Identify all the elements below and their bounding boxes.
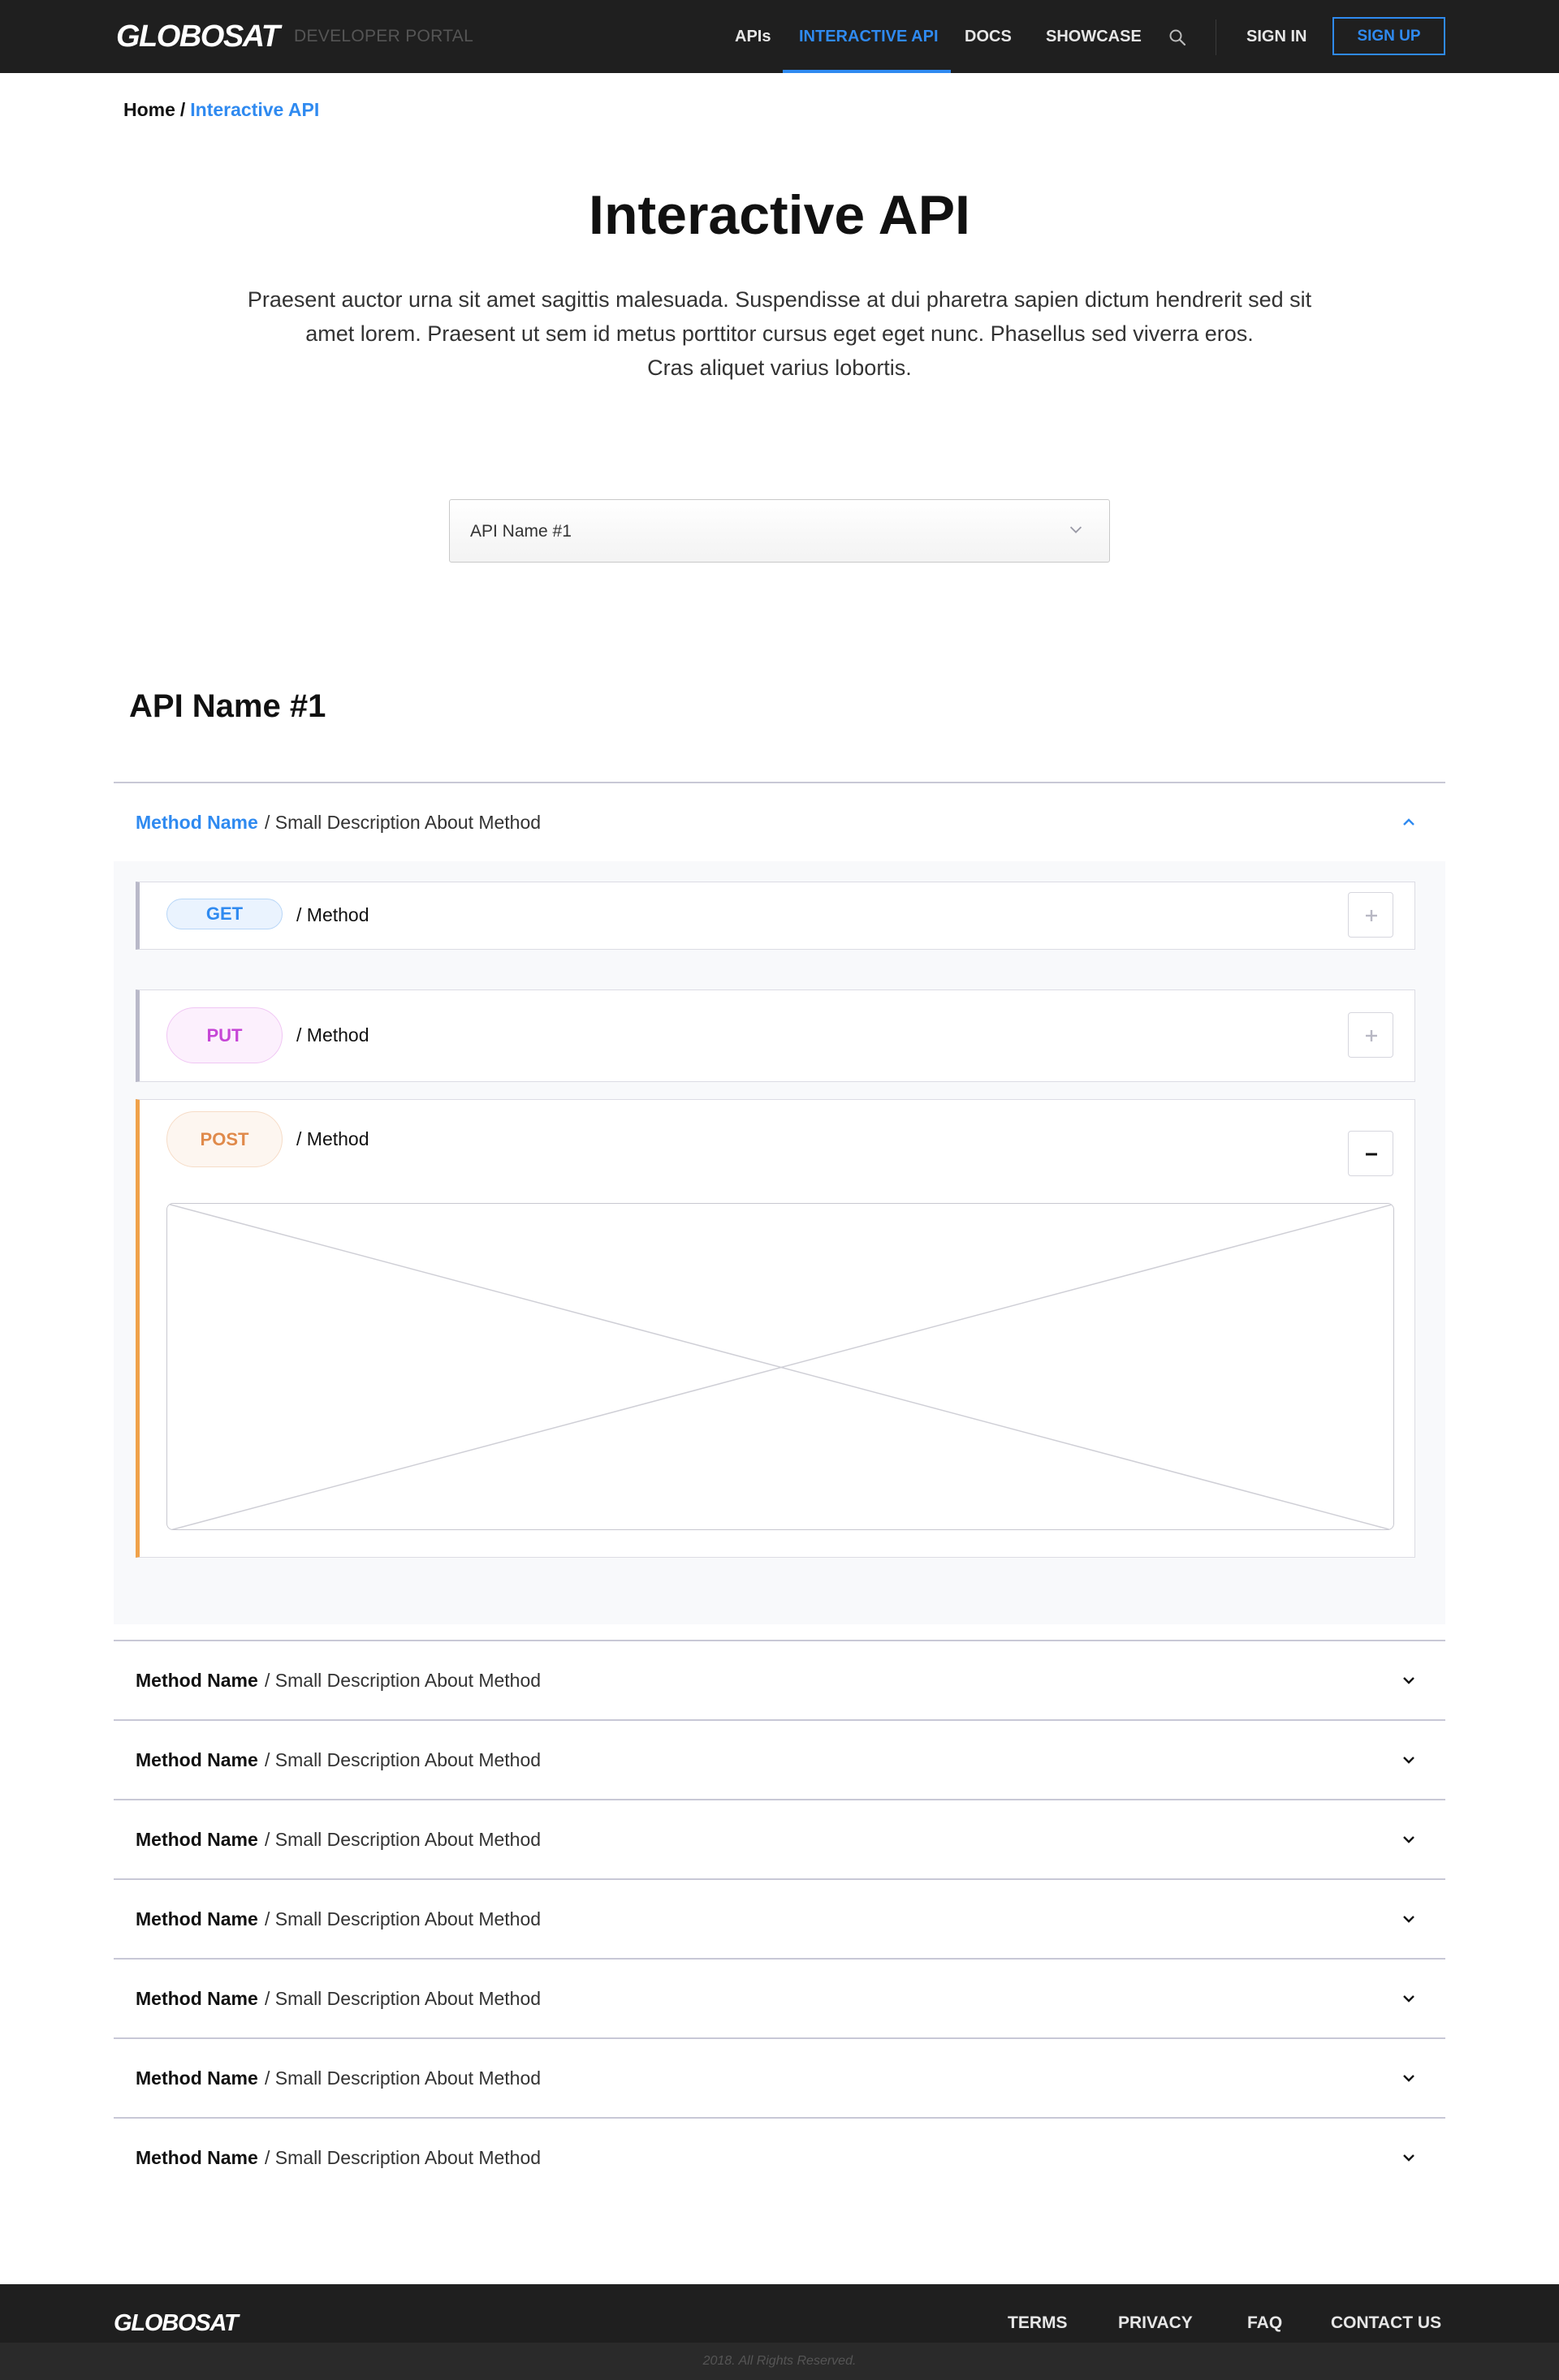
method-row[interactable]: Method Name / Small Description About Me…: [114, 1721, 1445, 1798]
minus-icon: [1366, 1153, 1377, 1156]
chevron-down-icon[interactable]: [1399, 1750, 1419, 1770]
endpoint-card-put: PUT / Method: [136, 990, 1415, 1082]
method-description: / Small Description About Method: [265, 1988, 542, 2009]
nav-showcase[interactable]: SHOWCASE: [1046, 28, 1142, 46]
plus-icon: [1366, 910, 1377, 921]
chevron-up-icon[interactable]: [1399, 813, 1419, 832]
post-badge[interactable]: POST: [166, 1111, 283, 1167]
method-description: / Small Description About Method: [265, 1670, 542, 1691]
breadcrumb-home[interactable]: Home: [123, 99, 175, 120]
put-badge[interactable]: PUT: [166, 1007, 283, 1063]
method-name: Method Name: [136, 2067, 258, 2089]
method-name: Method Name: [136, 2147, 258, 2168]
breadcrumb: Home / Interactive API: [123, 99, 319, 121]
method-row[interactable]: Method Name / Small Description About Me…: [114, 1960, 1445, 2037]
developer-portal-label: DEVELOPER PORTAL: [294, 27, 474, 45]
method-description: / Small Description About Method: [265, 812, 542, 833]
nav-docs[interactable]: DOCS: [965, 28, 1012, 46]
nav-interactive-api[interactable]: INTERACTIVE API: [799, 28, 939, 46]
expand-endpoint-button[interactable]: [1348, 1012, 1393, 1058]
chevron-down-icon[interactable]: [1399, 1909, 1419, 1929]
get-badge[interactable]: GET: [166, 899, 283, 929]
nav-active-indicator: [783, 70, 951, 73]
chevron-down-icon[interactable]: [1399, 2068, 1419, 2088]
endpoint-path: / Method: [296, 904, 369, 925]
method-description: / Small Description About Method: [265, 2147, 542, 2168]
collapse-endpoint-button[interactable]: [1348, 1131, 1393, 1176]
search-icon[interactable]: [1168, 28, 1187, 47]
nav-apis[interactable]: APIs: [735, 28, 771, 46]
method-name: Method Name: [136, 1749, 258, 1770]
method-name: Method Name: [136, 1908, 258, 1929]
chevron-down-icon[interactable]: [1399, 1989, 1419, 2008]
footer: GLOBOSAT TERMS PRIVACY FAQ CONTACT US 20…: [0, 2284, 1559, 2380]
method-description: / Small Description About Method: [265, 1749, 542, 1770]
placeholder-cross-icon: [167, 1204, 1393, 1529]
breadcrumb-separator: /: [179, 99, 186, 120]
chevron-down-icon[interactable]: [1399, 1671, 1419, 1690]
endpoint-path: / Method: [296, 1128, 369, 1149]
api-select-value: API Name #1: [470, 522, 572, 541]
api-select-dropdown[interactable]: API Name #1: [449, 499, 1110, 563]
method-name: Method Name: [136, 812, 258, 833]
method-description: / Small Description About Method: [265, 1829, 542, 1850]
intro-line: Cras aliquet varius lobortis.: [647, 356, 912, 380]
sign-in-link[interactable]: SIGN IN: [1246, 28, 1306, 46]
plus-icon: [1366, 1030, 1377, 1041]
chevron-down-icon[interactable]: [1399, 1830, 1419, 1849]
page-intro: Praesent auctor urna sit amet sagittis m…: [211, 282, 1348, 385]
method-description: / Small Description About Method: [265, 2067, 542, 2089]
footer-link-contact[interactable]: CONTACT US: [1331, 2313, 1441, 2333]
intro-line: amet lorem. Praesent ut sem id metus por…: [305, 321, 1254, 346]
api-section-title: API Name #1: [129, 688, 326, 724]
breadcrumb-current[interactable]: Interactive API: [190, 99, 319, 120]
method-row[interactable]: Method Name / Small Description About Me…: [114, 1800, 1445, 1878]
method-row[interactable]: Method Name / Small Description About Me…: [114, 2039, 1445, 2116]
method-name: Method Name: [136, 1829, 258, 1850]
expand-endpoint-button[interactable]: [1348, 892, 1393, 938]
sign-up-button[interactable]: SIGN UP: [1332, 17, 1445, 55]
method-name: Method Name: [136, 1670, 258, 1691]
endpoint-content-placeholder: [166, 1203, 1394, 1530]
top-navbar: GLOBOSAT DEVELOPER PORTAL APIs INTERACTI…: [0, 0, 1559, 73]
chevron-down-icon[interactable]: [1399, 2148, 1419, 2167]
method-row[interactable]: Method Name / Small Description About Me…: [114, 1641, 1445, 1718]
method-row[interactable]: Method Name / Small Description About Me…: [114, 1880, 1445, 1957]
method-row[interactable]: Method Name / Small Description About Me…: [114, 783, 1445, 860]
chevron-down-icon: [1069, 526, 1082, 533]
endpoint-card-post: POST / Method: [136, 1099, 1415, 1558]
intro-line: Praesent auctor urna sit amet sagittis m…: [247, 287, 1312, 312]
footer-link-terms[interactable]: TERMS: [1008, 2313, 1068, 2333]
page-title: Interactive API: [589, 184, 970, 246]
method-expanded-panel: GET / Method PUT / Method POST / Method: [114, 861, 1445, 1624]
globosat-logo[interactable]: GLOBOSAT: [116, 19, 280, 54]
method-row[interactable]: Method Name / Small Description About Me…: [114, 2119, 1445, 2196]
endpoint-path: / Method: [296, 1024, 369, 1046]
copyright-text: 2018. All Rights Reserved.: [702, 2354, 857, 2368]
footer-logo[interactable]: GLOBOSAT: [114, 2310, 239, 2337]
endpoint-card-get: GET / Method: [136, 882, 1415, 950]
method-name: Method Name: [136, 1988, 258, 2009]
method-description: / Small Description About Method: [265, 1908, 542, 1929]
footer-link-faq[interactable]: FAQ: [1247, 2313, 1282, 2333]
footer-link-privacy[interactable]: PRIVACY: [1118, 2313, 1193, 2333]
